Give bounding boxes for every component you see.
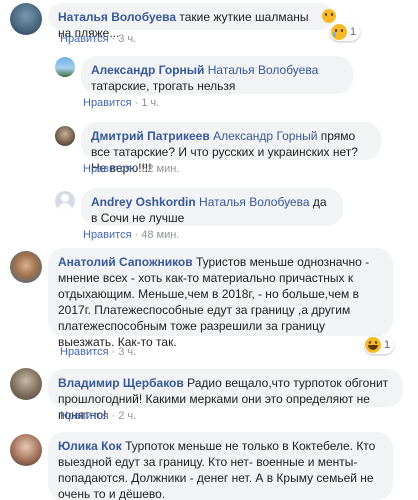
comment-author[interactable]: Владимир Щербаков [58, 376, 184, 390]
comment-actions: Нравится · 48 мин. [83, 229, 180, 241]
comment-actions: Нравится · 3 ч. [60, 346, 137, 358]
comment-text: Туристов меньше однозначно - мнение всех… [58, 255, 370, 349]
comment-author[interactable]: Andrey Oshkordin [91, 195, 196, 209]
comment-time[interactable]: 2 ч. [118, 410, 136, 422]
avatar[interactable] [10, 368, 42, 400]
like-link[interactable]: Нравится [83, 229, 132, 241]
reaction-count: 1 [384, 339, 391, 351]
avatar[interactable] [10, 251, 42, 283]
reaction-count: 1 [350, 26, 357, 38]
comment-actions: Нравится · 2 ч. [60, 410, 137, 422]
avatar[interactable] [10, 434, 42, 466]
reaction-badge[interactable]: 1 [364, 336, 395, 354]
comment-bubble: Дмитрий Патрикеев Александр Горный прямо… [81, 122, 381, 175]
comment-bubble: Владимир Щербаков Радио вещало,что турпо… [48, 369, 403, 422]
comment-author[interactable]: Дмитрий Патрикеев [91, 129, 210, 143]
comment-time[interactable]: 48 мин. [141, 229, 179, 241]
reaction-badge[interactable]: 1 [330, 23, 361, 41]
like-link[interactable]: Нравится [60, 410, 109, 422]
comment-time[interactable]: 3 ч. [118, 346, 136, 358]
laugh-reaction-icon [365, 337, 381, 353]
avatar[interactable] [55, 57, 75, 77]
comment-time[interactable]: 52 мин. [141, 163, 179, 175]
comment-mention[interactable]: Наталья Волобуева [199, 195, 309, 209]
comment-actions: Нравится · 52 мин. [83, 163, 180, 175]
comment-bubble: Andrey Oshkordin Наталья Волобуева да в … [81, 188, 343, 226]
like-link[interactable]: Нравится [60, 33, 109, 45]
like-link[interactable]: Нравится [83, 163, 132, 175]
comment-mention[interactable]: Наталья Волобуева [208, 63, 318, 77]
comment-text: татарские, трогать нельзя [91, 79, 236, 93]
sad-emoji-icon [322, 9, 336, 23]
avatar[interactable] [55, 191, 75, 211]
like-link[interactable]: Нравится [60, 346, 109, 358]
comment-time[interactable]: 1 ч. [141, 97, 159, 109]
comment-author[interactable]: Юлика Кок [58, 439, 122, 453]
comment-actions: Нравится · 1 ч. [83, 97, 160, 109]
comment-time[interactable]: 3 ч. [118, 33, 136, 45]
comment-author[interactable]: Александр Горный [91, 63, 204, 77]
comment-actions: Нравится · 3 ч. [60, 33, 137, 45]
like-link[interactable]: Нравится [83, 97, 132, 109]
comment-bubble: Анатолий Сапожников Туристов меньше одно… [48, 248, 393, 349]
comment-bubble: Юлика Кок Турпоток меньше не только в Ко… [48, 432, 393, 500]
comment-mention[interactable]: Александр Горный [213, 129, 317, 143]
comment-bubble: Наталья Волобуева такие жуткие шалманы н… [48, 3, 336, 40]
comment-author[interactable]: Анатолий Сапожников [58, 255, 193, 269]
comment-bubble: Александр Горный Наталья Волобуева татар… [81, 56, 353, 94]
comment-author[interactable]: Наталья Волобуева [58, 10, 176, 24]
sad-reaction-icon [331, 24, 347, 40]
avatar[interactable] [10, 3, 42, 35]
avatar[interactable] [55, 126, 75, 146]
